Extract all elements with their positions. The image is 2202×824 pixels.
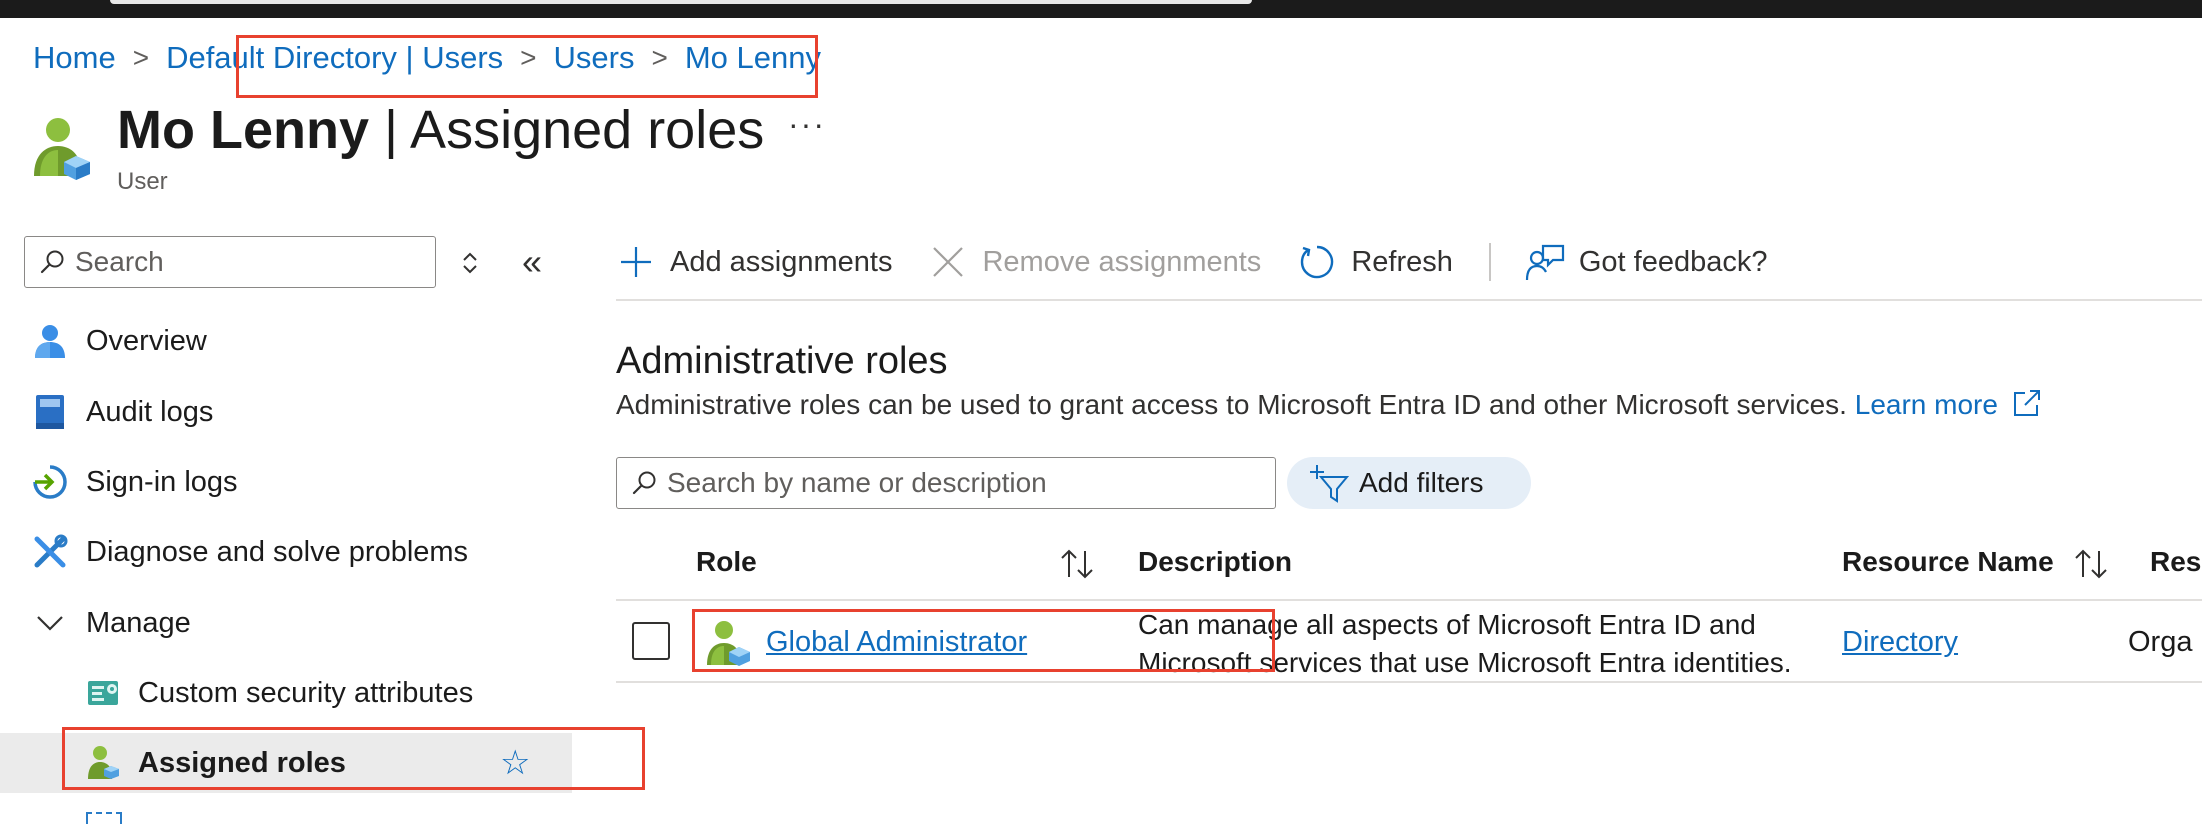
attributes-icon xyxy=(86,675,122,711)
remove-assignments-label: Remove assignments xyxy=(982,245,1262,278)
plus-icon xyxy=(616,242,656,282)
row-checkbox[interactable] xyxy=(632,622,670,660)
refresh-button[interactable]: Refresh xyxy=(1297,242,1453,282)
browser-top-bar xyxy=(0,0,2202,18)
close-icon xyxy=(928,242,968,282)
section-title: Administrative roles xyxy=(616,340,948,382)
section-description: Administrative roles can be used to gran… xyxy=(616,388,2042,421)
role-search-input[interactable] xyxy=(667,467,1257,499)
page-title-section: | Assigned roles xyxy=(369,100,765,160)
sidebar-item-overview[interactable]: Overview xyxy=(0,311,572,371)
sidebar-item-diagnose-and-solve-problems[interactable]: Diagnose and solve problems xyxy=(0,522,572,582)
resource-name-link[interactable]: Directory xyxy=(1842,626,1958,659)
refresh-icon xyxy=(1297,242,1337,282)
breadcrumb-home[interactable]: Home xyxy=(33,40,116,76)
sidebar-search-box[interactable] xyxy=(24,236,436,288)
sidebar-item-label: Sign-in logs xyxy=(86,465,238,498)
column-header-resource-name[interactable]: Resource Name xyxy=(1842,546,2054,578)
learn-more-link[interactable]: Learn more xyxy=(1855,389,2042,420)
add-assignments-label: Add assignments xyxy=(670,245,893,278)
add-filters-button[interactable]: Add filters xyxy=(1287,457,1531,509)
role-link-global-administrator[interactable]: Global Administrator xyxy=(766,626,1027,659)
add-filter-icon xyxy=(1310,465,1349,503)
column-header-description[interactable]: Description xyxy=(1138,546,1292,578)
sidebar-item-sign-in-logs[interactable]: Sign-in logs xyxy=(0,452,572,512)
role-description: Can manage all aspects of Microsoft Entr… xyxy=(1138,606,1792,682)
column-header-role[interactable]: Role xyxy=(696,546,757,578)
breadcrumb-default-directory-users[interactable]: Default Directory | Users xyxy=(166,40,503,76)
command-bar: Add assignments Remove assignments Refre… xyxy=(616,234,1804,290)
user-icon xyxy=(32,323,68,359)
sidebar-item-label: Manage xyxy=(86,606,191,639)
resource-type-cell: Orga xyxy=(2128,626,2193,658)
sidebar-item-custom-security-attributes[interactable]: Custom security attributes xyxy=(0,663,572,723)
breadcrumb: Home > Default Directory | Users > Users… xyxy=(33,36,821,80)
sidebar-item-label: Audit logs xyxy=(86,395,214,428)
sidebar-item-label: Diagnose and solve problems xyxy=(86,535,469,568)
sidebar-item-audit-logs[interactable]: Audit logs xyxy=(0,382,572,442)
search-icon xyxy=(40,250,64,274)
got-feedback-label: Got feedback? xyxy=(1578,245,1768,278)
sort-icon[interactable] xyxy=(1058,548,1096,580)
favorite-star-icon[interactable]: ☆ xyxy=(500,743,530,783)
breadcrumb-users[interactable]: Users xyxy=(554,40,635,76)
learn-more-label: Learn more xyxy=(1854,389,1998,420)
user-role-icon xyxy=(34,118,90,180)
breadcrumb-separator-icon: > xyxy=(520,42,537,73)
sidebar-item-label: Custom security attributes xyxy=(138,676,474,709)
toolbar-divider xyxy=(1488,243,1491,281)
more-options-icon[interactable]: ··· xyxy=(788,106,826,143)
book-icon xyxy=(32,394,68,430)
page-title-user: Mo Lenny xyxy=(117,100,369,160)
role-icon xyxy=(707,621,750,666)
expand-collapse-icon[interactable] xyxy=(458,248,482,278)
wrench-icon xyxy=(32,534,68,570)
partially-hidden-nav-icon xyxy=(86,812,122,824)
feedback-icon xyxy=(1525,242,1565,282)
page-title: Mo Lenny | Assigned roles xyxy=(117,96,764,164)
role-description-line: Can manage all aspects of Microsoft Entr… xyxy=(1138,609,1756,640)
column-header-resource-type[interactable]: Reso xyxy=(2150,546,2202,578)
chevron-down-icon xyxy=(32,605,68,641)
sidebar-item-label: Assigned roles xyxy=(138,746,346,779)
table-row-divider xyxy=(616,681,2202,683)
refresh-label: Refresh xyxy=(1351,245,1453,278)
command-bar-divider xyxy=(616,299,2202,301)
got-feedback-button[interactable]: Got feedback? xyxy=(1525,242,1768,282)
sidebar-item-assigned-roles[interactable]: Assigned roles ☆ xyxy=(0,733,572,793)
collapse-sidebar-icon[interactable]: « xyxy=(522,244,542,280)
section-description-text: Administrative roles can be used to gran… xyxy=(616,389,1847,420)
role-description-line: Microsoft services that use Microsoft En… xyxy=(1138,647,1792,678)
sidebar-item-label: Overview xyxy=(86,324,207,357)
remove-assignments-button[interactable]: Remove assignments xyxy=(928,242,1261,282)
breadcrumb-separator-icon: > xyxy=(651,42,668,73)
table-header-divider xyxy=(616,599,2202,601)
breadcrumb-mo-lenny[interactable]: Mo Lenny xyxy=(685,40,821,76)
page-subtitle: User xyxy=(117,168,168,195)
external-link-icon xyxy=(2013,390,2040,416)
breadcrumb-separator-icon: > xyxy=(132,42,150,73)
search-icon xyxy=(632,471,656,495)
sidebar-search-input[interactable] xyxy=(75,246,415,278)
add-filters-label: Add filters xyxy=(1359,467,1484,498)
address-bar-edge[interactable] xyxy=(110,0,1252,4)
sidebar-group-manage[interactable]: Manage xyxy=(0,593,572,653)
sign-in-icon xyxy=(32,464,68,500)
user-role-icon xyxy=(86,745,122,781)
role-search-box[interactable] xyxy=(616,457,1276,509)
add-assignments-button[interactable]: Add assignments xyxy=(616,242,892,282)
sort-icon[interactable] xyxy=(2072,548,2110,580)
